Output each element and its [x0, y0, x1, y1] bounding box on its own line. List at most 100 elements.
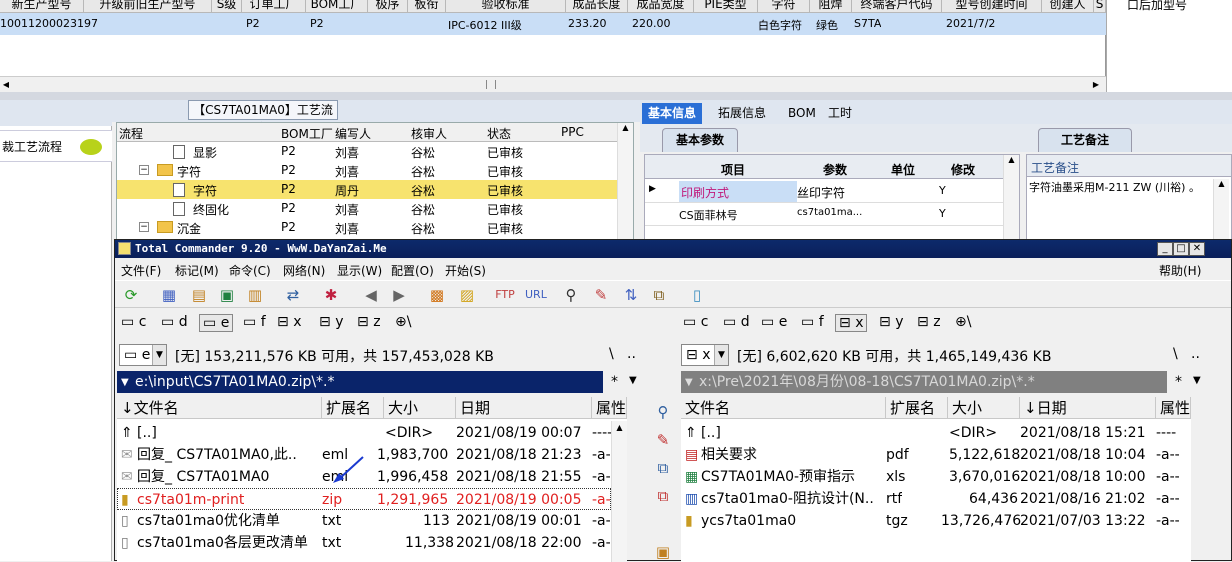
col-header[interactable]: 创建人	[1042, 0, 1094, 13]
scroll-up-icon[interactable]: ▲	[1214, 179, 1229, 188]
minimize-button[interactable]: _	[1157, 242, 1173, 256]
drive-y[interactable]: ⊟ y	[879, 314, 903, 330]
drive-network[interactable]: ⊕\	[395, 314, 411, 330]
left-path[interactable]: e:\input\CS7TA01MA0.zip\*.*	[117, 371, 603, 393]
left-filter-dropdown-icon[interactable]: ▼	[629, 375, 637, 386]
right-filter-dropdown-icon[interactable]: ▼	[1193, 375, 1201, 386]
tab-basic-params[interactable]: 基本参数	[662, 128, 738, 152]
mask-cell[interactable]: 绿色	[816, 17, 838, 33]
thumbnail-icon[interactable]: ▣	[217, 285, 237, 305]
history-dropdown-icon[interactable]: ▼	[685, 377, 693, 388]
tab-bom[interactable]: BOM	[782, 103, 822, 124]
menu-help[interactable]: 帮助(H)	[1159, 262, 1201, 279]
right-drive-select[interactable]: ⊟ x ▼	[681, 344, 729, 366]
col-header[interactable]: BOM工厂	[306, 0, 368, 13]
drive-y[interactable]: ⊟ y	[319, 314, 343, 330]
menu-network[interactable]: 网络(N)	[283, 262, 325, 279]
vertical-scrollbar[interactable]: ▲	[1003, 155, 1019, 239]
right-up-button[interactable]: ..	[1191, 346, 1200, 362]
menu-start[interactable]: 开始(S)	[445, 262, 486, 279]
scroll-right-icon[interactable]: ▶	[1090, 79, 1102, 91]
param-value[interactable]: cs7ta01ma...	[797, 207, 862, 218]
drive-c[interactable]: ▭ c	[683, 314, 708, 330]
param-mod[interactable]: Y	[939, 184, 946, 197]
col-header[interactable]: 板衔	[408, 0, 446, 13]
menu-config[interactable]: 配置(O)	[391, 262, 434, 279]
col-header[interactable]: 型号创建时间	[942, 0, 1042, 13]
drive-e[interactable]: ▭ e	[199, 314, 234, 332]
col-header[interactable]: 极序	[368, 0, 408, 13]
file-row[interactable]: ▥ cs7ta01ma0-阻抗设计(N.. rtf 64,436 2021/08…	[681, 488, 1191, 510]
drive-x[interactable]: ⊟ x	[835, 314, 868, 332]
left-root-button[interactable]: \	[609, 346, 614, 362]
char-cell[interactable]: 白色字符	[758, 17, 802, 33]
drive-c[interactable]: ▭ c	[121, 314, 146, 330]
col-header[interactable]: 编写人	[335, 125, 371, 142]
col-header[interactable]: 成品长度	[566, 0, 628, 13]
pack-icon[interactable]: ▩	[427, 285, 447, 305]
tree-view-icon[interactable]: ▥	[245, 285, 265, 305]
col-header[interactable]: 字符	[758, 0, 810, 13]
menu-view[interactable]: 显示(W)	[337, 262, 382, 279]
drive-z[interactable]: ⊟ z	[357, 314, 381, 330]
col-header-date[interactable]: 日期	[456, 397, 592, 419]
col-header[interactable]: 阻焊	[810, 0, 852, 13]
col-header[interactable]: 修改	[951, 161, 975, 178]
brief-view-icon[interactable]: ▦	[159, 285, 179, 305]
left-drive-select[interactable]: ▭ e ▼	[119, 344, 167, 366]
col-header[interactable]: 成品宽度	[628, 0, 694, 13]
forward-icon[interactable]: ▶	[389, 285, 409, 305]
col-header[interactable]: 状态	[487, 125, 511, 142]
tab-hours[interactable]: 工时	[822, 103, 858, 124]
tree-row[interactable]: − 沉金 P2 刘喜 谷松 已审核	[117, 218, 617, 237]
drive-f[interactable]: ▭ f	[243, 314, 266, 330]
drive-x[interactable]: ⊟ x	[277, 314, 301, 330]
vertical-scrollbar[interactable]: ▲	[1213, 179, 1229, 239]
scroll-left-icon[interactable]: ◀	[0, 79, 12, 91]
param-value[interactable]: 丝印字符	[797, 184, 845, 201]
menu-command[interactable]: 命令(C)	[229, 262, 271, 279]
left-up-button[interactable]: ..	[627, 346, 636, 362]
ftp-icon[interactable]: FTP	[495, 285, 515, 305]
col-header-name[interactable]: ↓文件名	[117, 397, 322, 419]
customer-cell[interactable]: S7TA	[854, 17, 881, 30]
horizontal-scrollbar[interactable]: ◀ ▶	[0, 76, 1106, 92]
standard-cell[interactable]: IPC-6012 III级	[448, 17, 522, 33]
col-header-name[interactable]: 文件名	[681, 397, 886, 419]
tab-process-notes[interactable]: 工艺备注	[1038, 128, 1132, 152]
file-row[interactable]: ▦ CS7TA01MA0-预审指示 xls 3,670,016 2021/08/…	[681, 466, 1191, 488]
new-folder-icon[interactable]: ▣	[653, 542, 673, 562]
prod-model-cell[interactable]: 10011200023197	[0, 17, 98, 30]
unpack-icon[interactable]: ▨	[457, 285, 477, 305]
table-row[interactable]: ▶ 印刷方式 丝印字符 Y	[645, 181, 1005, 203]
close-button[interactable]: ✕	[1189, 242, 1205, 256]
col-header[interactable]: 新生产型号	[0, 0, 84, 13]
file-row[interactable]: ▮ ycs7ta01ma0 tgz 13,726,476 2021/07/03 …	[681, 510, 1191, 532]
sync-icon[interactable]: ⇅	[621, 285, 641, 305]
col-header[interactable]: 单位	[891, 161, 915, 178]
compare-icon[interactable]: ⧉	[649, 285, 669, 305]
param-mod[interactable]: Y	[939, 207, 946, 220]
scroll-up-icon[interactable]: ▲	[1004, 155, 1019, 164]
length-cell[interactable]: 233.20	[568, 17, 607, 30]
tree-row-selected[interactable]: 字符 P2 周丹 谷松 已审核	[117, 180, 617, 199]
menu-mark[interactable]: 标记(M)	[175, 262, 219, 279]
width-cell[interactable]: 220.00	[632, 17, 671, 30]
col-header[interactable]: 验收标准	[446, 0, 566, 13]
file-row[interactable]: ▤ 相关要求 pdf 5,122,618 2021/08/18 10:04 -a…	[681, 444, 1191, 466]
right-root-button[interactable]: \	[1173, 346, 1178, 362]
url-icon[interactable]: URL	[525, 285, 547, 305]
col-header[interactable]: 参数	[823, 161, 847, 178]
tab-basic-info[interactable]: 基本信息	[642, 103, 703, 124]
col-header-attr[interactable]: 属性	[592, 397, 627, 419]
drive-z[interactable]: ⊟ z	[917, 314, 941, 330]
created-cell[interactable]: 2021/7/2	[946, 17, 995, 30]
file-row[interactable]: ▯ cs7ta01ma0优化清单 txt 113 2021/08/19 00:0…	[117, 510, 616, 532]
bom-factory-cell[interactable]: P2	[310, 17, 324, 30]
vertical-scrollbar[interactable]: ▲	[617, 123, 633, 239]
rename-icon[interactable]: ✎	[591, 285, 611, 305]
move-icon[interactable]: ⧉	[653, 486, 673, 506]
drive-f[interactable]: ▭ f	[801, 314, 824, 330]
back-icon[interactable]: ◀	[361, 285, 381, 305]
drive-network[interactable]: ⊕\	[955, 314, 971, 330]
